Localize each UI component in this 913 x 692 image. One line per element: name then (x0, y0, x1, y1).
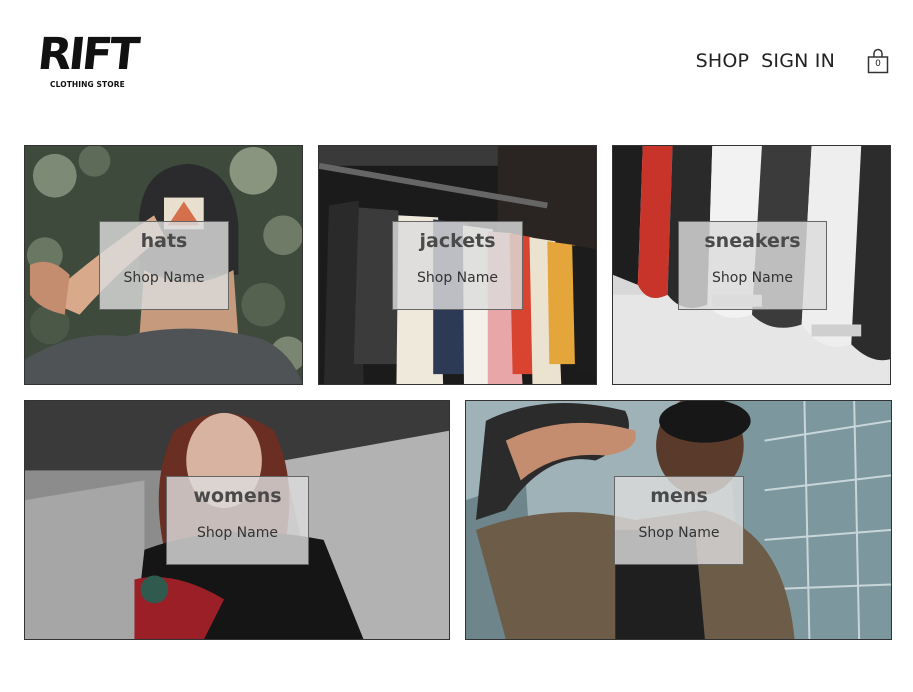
brand-logo[interactable]: RIFT CLOTHING STORE (35, 29, 148, 92)
category-tile-womens[interactable]: womens Shop Name (24, 400, 450, 640)
nav-sign-in-link[interactable]: SIGN IN (761, 48, 835, 74)
logo-subtitle: CLOTHING STORE (50, 80, 125, 89)
category-title: hats (140, 230, 188, 252)
category-tile-sneakers[interactable]: sneakers Shop Name (612, 145, 891, 385)
category-subtitle: Shop Name (197, 525, 278, 541)
nav-shop-link[interactable]: SHOP (696, 48, 750, 74)
category-subtitle: Shop Name (712, 270, 793, 286)
hats-label: hats Shop Name (99, 221, 229, 310)
category-subtitle: Shop Name (417, 270, 498, 286)
cart-button[interactable]: 0 (867, 48, 889, 74)
category-title: sneakers (704, 230, 801, 252)
cart-count: 0 (875, 59, 881, 69)
category-title: mens (650, 485, 708, 507)
main-nav: SHOP SIGN IN 0 (696, 48, 889, 74)
womens-label: womens Shop Name (166, 476, 309, 565)
category-tile-mens[interactable]: mens Shop Name (465, 400, 892, 640)
category-subtitle: Shop Name (638, 525, 720, 541)
sneakers-label: sneakers Shop Name (678, 221, 827, 310)
site-header: RIFT CLOTHING STORE SHOP SIGN IN 0 (0, 0, 913, 130)
mens-label: mens Shop Name (614, 476, 744, 565)
category-tile-jackets[interactable]: jackets Shop Name (318, 145, 597, 385)
jackets-label: jackets Shop Name (392, 221, 523, 310)
category-tile-hats[interactable]: hats Shop Name (24, 145, 303, 385)
category-title: jackets (419, 230, 496, 252)
category-subtitle: Shop Name (123, 270, 205, 286)
category-title: womens (193, 485, 282, 507)
logo-text: RIFT (35, 29, 140, 80)
